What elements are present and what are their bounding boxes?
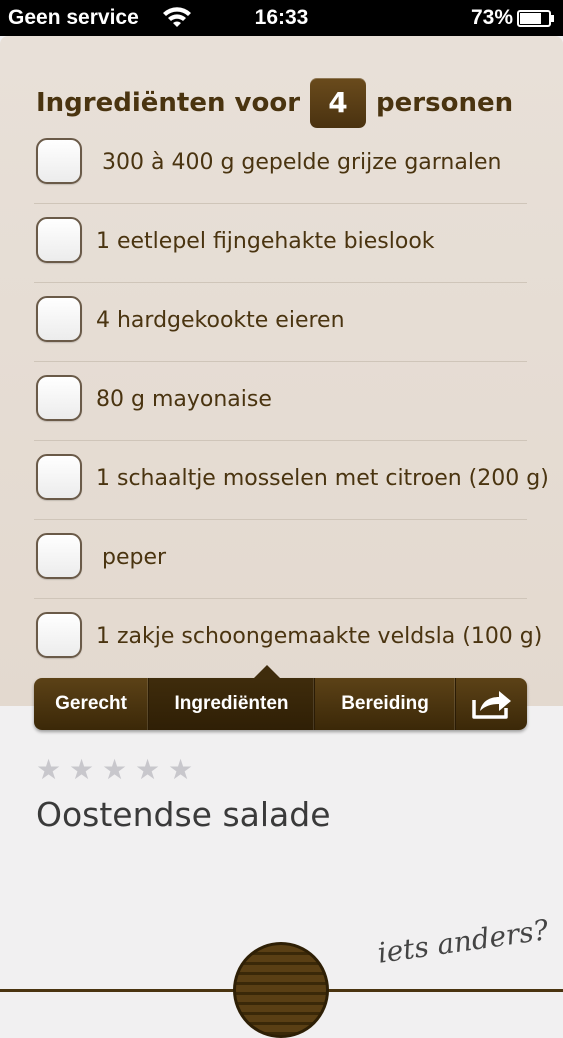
ingredient-checkbox[interactable] [36,454,82,500]
star-icon[interactable]: ★ [36,756,62,784]
ingredient-text: peper [102,545,167,570]
persons-count-button[interactable]: 4 [310,78,367,128]
ingredient-text: 4 hardgekookte eieren [96,308,345,333]
ingredient-row[interactable]: 1 schaaltje mosselen met citroen (200 g) [34,440,549,520]
iets-anders-link[interactable]: iets anders? [375,913,550,970]
ingredient-checkbox[interactable] [36,375,82,421]
recipe-tab-bar: Gerecht Ingrediënten Bereiding [34,665,527,730]
ingredient-text: 300 à 400 g gepelde grijze garnalen [102,150,502,175]
ingredient-row[interactable]: 300 à 400 g gepelde grijze garnalen [34,124,527,204]
ingredient-checkbox[interactable] [36,533,82,579]
ingredient-row[interactable]: peper [34,519,527,599]
star-icon[interactable]: ★ [69,756,95,784]
share-icon [472,691,511,719]
battery-percentage: 73% [470,6,513,29]
ingredient-row[interactable]: 4 hardgekookte eieren [34,282,527,362]
ingredient-row[interactable]: 80 g mayonaise [34,361,527,441]
star-icon[interactable]: ★ [168,756,194,784]
heading-prefix: Ingrediënten voor [36,88,301,118]
ingredient-row[interactable]: 1 zakje schoongemaakte veldsla (100 g) [34,598,542,677]
ingredient-text: 80 g mayonaise [96,387,272,412]
tab-bereiding[interactable]: Bereiding [315,678,456,730]
ingredient-row[interactable]: 1 eetlepel fijngehakte bieslook [34,203,527,283]
tab-ingredienten[interactable]: Ingrediënten [149,678,315,730]
rating-stars[interactable]: ★ ★ ★ ★ ★ [36,756,201,784]
heading-suffix: personen [376,88,514,118]
star-icon[interactable]: ★ [135,756,161,784]
ingredients-panel: Ingrediënten voor 4 personen 300 à 400 g… [0,36,563,706]
ingredient-checkbox[interactable] [36,138,82,184]
ingredients-heading: Ingrediënten voor 4 personen [36,78,513,128]
shake-handle-icon[interactable] [233,942,329,1038]
status-bar: Geen service 16:33 73% [0,0,563,36]
ingredient-text: 1 zakje schoongemaakte veldsla (100 g) [96,624,543,649]
ingredient-checkbox[interactable] [36,217,82,263]
ingredient-checkbox[interactable] [36,612,82,658]
tab-gerecht[interactable]: Gerecht [34,678,149,730]
active-tab-pointer [254,665,280,678]
battery-icon [517,10,554,27]
ingredient-text: 1 schaaltje mosselen met citroen (200 g) [96,466,549,491]
ingredient-checkbox[interactable] [36,296,82,342]
star-icon[interactable]: ★ [102,756,128,784]
recipe-title: Oostendse salade [36,795,331,834]
ingredient-text: 1 eetlepel fijngehakte bieslook [96,229,435,254]
share-button[interactable] [456,678,527,730]
